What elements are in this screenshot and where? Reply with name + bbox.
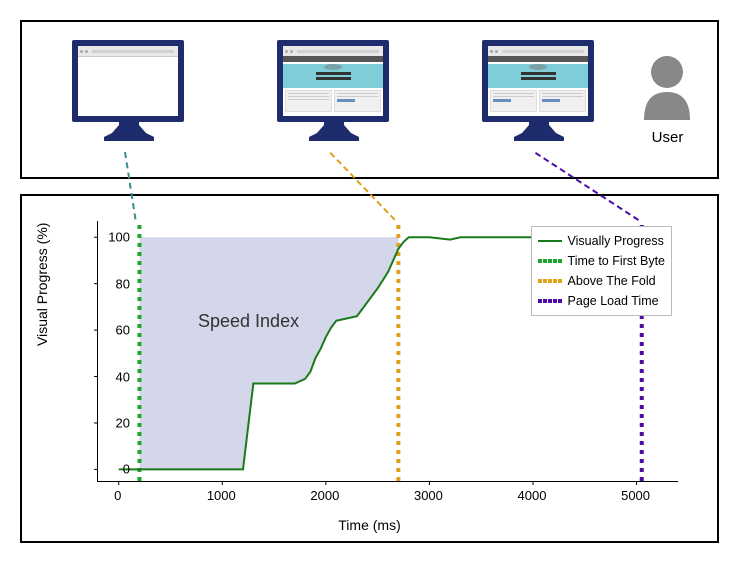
plot-area: Speed Index Visually ProgressTime to Fir… [97, 221, 677, 481]
y-tick: 60 [116, 323, 130, 338]
y-axis-label: Visual Progress (%) [34, 223, 50, 346]
legend: Visually ProgressTime to First ByteAbove… [531, 226, 672, 316]
y-tick: 20 [116, 415, 130, 430]
legend-item: Page Load Time [538, 291, 665, 311]
y-tick: 100 [108, 230, 130, 245]
x-tick: 5000 [621, 488, 650, 503]
legend-item: Visually Progress [538, 231, 665, 251]
speed-index-annotation: Speed Index [198, 311, 299, 332]
y-tick: 0 [123, 462, 130, 477]
x-tick: 0 [114, 488, 121, 503]
x-tick: 2000 [310, 488, 339, 503]
user-label: User [640, 129, 695, 146]
figure-container: User Visual Progress (%) Time (ms) Speed… [20, 20, 719, 562]
x-axis-label: Time (ms) [338, 517, 400, 533]
legend-item: Time to First Byte [538, 251, 665, 271]
y-tick: 80 [116, 276, 130, 291]
y-tick: 40 [116, 369, 130, 384]
monitor-full [482, 40, 592, 135]
x-tick: 1000 [207, 488, 236, 503]
monitor-blank [72, 40, 182, 135]
chart-panel: Visual Progress (%) Time (ms) Speed Inde… [20, 194, 719, 543]
x-tick: 3000 [414, 488, 443, 503]
user-icon: User [640, 52, 695, 146]
x-tick: 4000 [518, 488, 547, 503]
legend-item: Above The Fold [538, 271, 665, 291]
monitor-partial [277, 40, 387, 135]
